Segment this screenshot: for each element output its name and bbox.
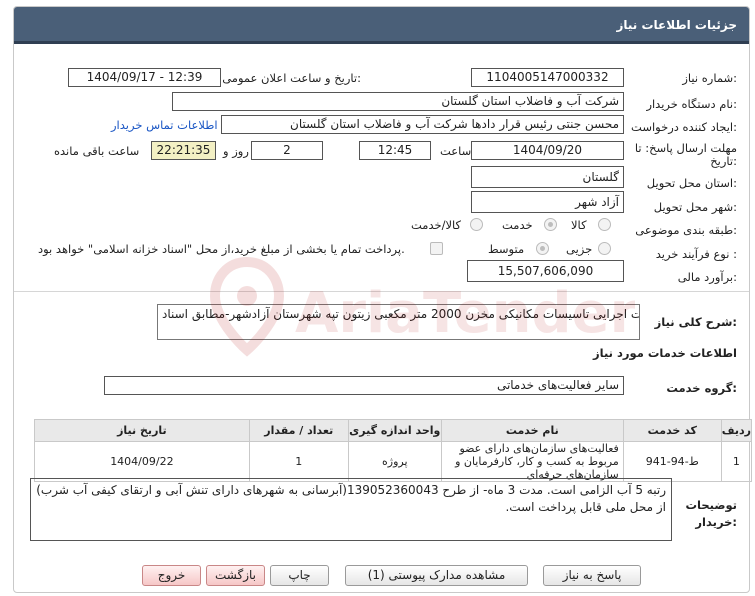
deadline-time-label: ساعت bbox=[440, 144, 472, 158]
service-group-field: سایر فعالیت‌های خدماتی bbox=[104, 376, 624, 395]
province-field: گلستان bbox=[471, 166, 624, 188]
panel-header: جزئیات اطلاعات نیاز bbox=[14, 7, 749, 44]
category-goods-service-radio[interactable] bbox=[470, 218, 483, 231]
category-service-label: خدمت bbox=[502, 218, 533, 232]
need-number-label: شماره نیاز: bbox=[682, 71, 737, 85]
services-table: ردیف کد خدمت نام خدمت واحد اندازه گیری ت… bbox=[34, 419, 753, 482]
remaining-time-label: ساعت باقی مانده bbox=[54, 144, 140, 158]
days-remaining-field: 2 bbox=[251, 141, 323, 160]
city-label: شهر محل تحویل: bbox=[653, 200, 737, 214]
col-date-header: تاریخ نیاز bbox=[34, 419, 250, 442]
buyer-notes-label: توضیحات خریدار: bbox=[685, 498, 738, 529]
remaining-time-field: 22:21:35 bbox=[151, 141, 216, 160]
col-unit-header: واحد اندازه گیری bbox=[347, 419, 442, 442]
deadline-date-field: 1404/09/20 bbox=[471, 141, 624, 160]
buyer-org-field: شرکت آب و فاضلاب استان گلستان bbox=[172, 92, 624, 111]
deadline-label: مهلت ارسال پاسخ: تا تاریخ: bbox=[634, 141, 737, 168]
need-number-field: 1104005147000332 bbox=[471, 68, 624, 87]
category-goods-label: کالا bbox=[571, 218, 587, 232]
category-label: طبقه بندی موضوعی: bbox=[635, 223, 737, 237]
services-table-header: ردیف کد خدمت نام خدمت واحد اندازه گیری ت… bbox=[34, 419, 753, 442]
col-qty-header: تعداد / مقدار bbox=[248, 419, 349, 442]
page-title: جزئیات اطلاعات نیاز bbox=[616, 18, 737, 32]
category-goods-service-label: کالا/خدمت bbox=[411, 218, 462, 232]
cell-date: 1404/09/22 bbox=[34, 441, 250, 482]
days-label: روز و bbox=[223, 144, 249, 158]
process-minor-radio[interactable] bbox=[598, 242, 611, 255]
print-button[interactable]: چاپ bbox=[270, 565, 329, 586]
col-code-header: کد خدمت bbox=[622, 419, 722, 442]
announce-datetime-label: تاریخ و ساعت اعلان عمومی: bbox=[222, 71, 361, 85]
exit-button[interactable]: خروج bbox=[142, 565, 201, 586]
summary-text: عملیات اجرایی تاسیسات مکانیکی مخزن 2000 … bbox=[157, 304, 640, 340]
cell-name: فعالیت‌های سازمان‌های دارای عضو مربوط به… bbox=[440, 441, 624, 482]
budget-label: برآورد مالی: bbox=[677, 270, 737, 284]
cell-row: 1 bbox=[720, 441, 753, 482]
buyer-contact-link[interactable]: اطلاعات تماس خریدار bbox=[111, 118, 218, 132]
cell-unit: پروژه bbox=[347, 441, 442, 482]
back-button[interactable]: بازگشت bbox=[206, 565, 265, 586]
process-medium-label: متوسط bbox=[488, 242, 525, 256]
cell-qty: 1 bbox=[248, 441, 349, 482]
treasury-payment-note: پرداخت تمام یا بخشی از مبلغ خرید،از محل … bbox=[38, 242, 405, 256]
service-group-label: گروه خدمت: bbox=[666, 381, 737, 395]
creator-label: ایجاد کننده درخواست: bbox=[631, 120, 737, 134]
budget-field: 15,507,606,090 bbox=[467, 260, 624, 282]
cell-code: ط-94-941 bbox=[622, 441, 722, 482]
summary-label: شرح کلی نیاز: bbox=[654, 315, 737, 329]
process-medium-radio[interactable] bbox=[536, 242, 549, 255]
deadline-time-field: 12:45 bbox=[359, 141, 431, 160]
category-service-radio[interactable] bbox=[544, 218, 557, 231]
view-attachments-button[interactable]: مشاهده مدارک پیوستی (1) bbox=[345, 565, 528, 586]
treasury-payment-checkbox[interactable] bbox=[430, 242, 443, 255]
category-goods-radio[interactable] bbox=[598, 218, 611, 231]
services-section-title: اطلاعات خدمات مورد نیاز bbox=[593, 346, 737, 360]
col-name-header: نام خدمت bbox=[440, 419, 624, 442]
city-field: آزاد شهر bbox=[471, 191, 624, 213]
creator-field: محسن جنتی رئیس قرار دادها شرکت آب و فاضل… bbox=[221, 115, 624, 134]
buyer-notes-text: رتبه 5 آب الزامی است. مدت 3 ماه- از طرح … bbox=[30, 478, 672, 541]
announce-datetime-field: 1404/09/17 - 12:39 bbox=[68, 68, 221, 87]
buyer-org-label: نام دستگاه خریدار: bbox=[646, 97, 737, 111]
col-row-header: ردیف bbox=[720, 419, 753, 442]
need-details-panel: جزئیات اطلاعات نیاز شماره نیاز: 11040051… bbox=[13, 6, 753, 593]
province-label: استان محل تحویل: bbox=[646, 176, 737, 190]
process-minor-label: جزیی bbox=[566, 242, 593, 256]
reply-button[interactable]: پاسخ به نیاز bbox=[543, 565, 641, 586]
divider bbox=[14, 291, 749, 292]
table-row: 1 ط-94-941 فعالیت‌های سازمان‌های دارای ع… bbox=[34, 441, 753, 482]
process-label: نوع فرآیند خرید : bbox=[655, 247, 737, 261]
